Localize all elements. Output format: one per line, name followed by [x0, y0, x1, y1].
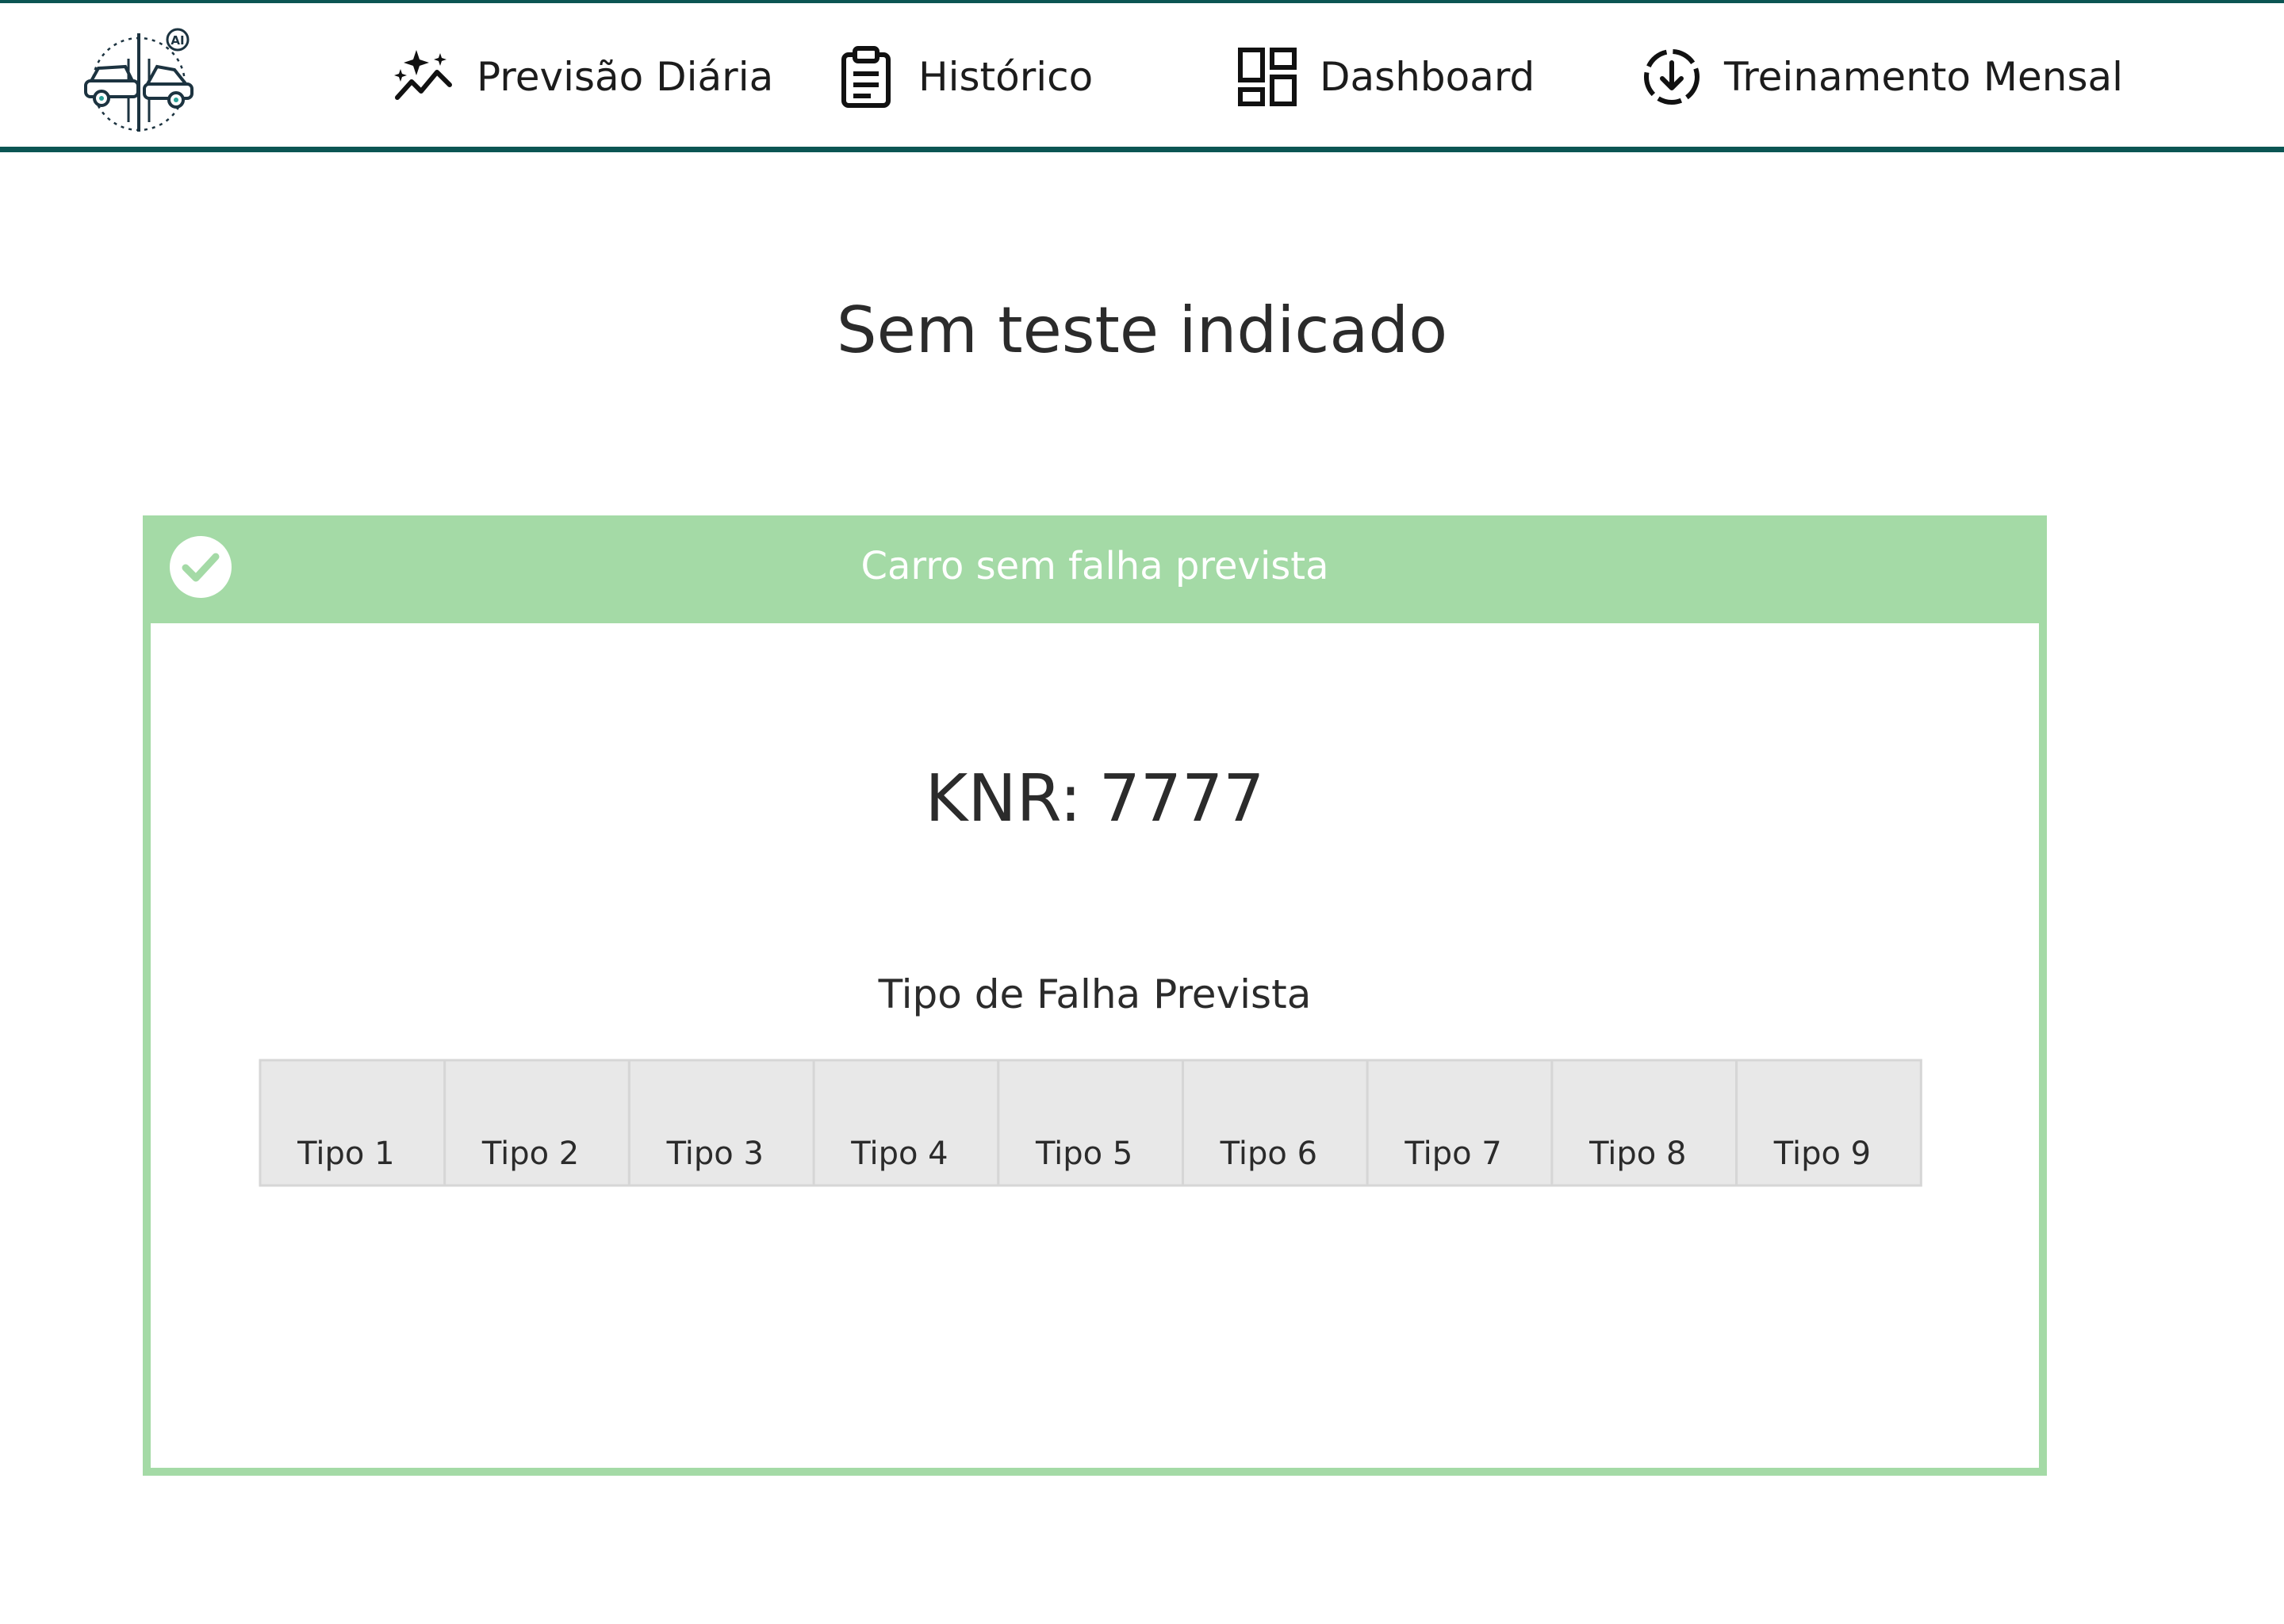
page-title: Sem teste indicado: [836, 293, 1448, 367]
sparkle-chart-icon: [394, 49, 452, 100]
failure-type-label: Tipo 7: [1404, 1136, 1501, 1172]
logo-ai-text: AI: [171, 33, 184, 48]
failure-type-label: Tipo 1: [297, 1136, 394, 1172]
failure-type-label: Tipo 8: [1588, 1136, 1686, 1172]
nav-dashboard[interactable]: Dashboard: [1236, 3, 1535, 150]
nav-treinamento-mensal[interactable]: Treinamento Mensal: [1640, 3, 2123, 150]
failure-type-label: Tipo 4: [850, 1136, 948, 1172]
failure-type-label: Tipo 9: [1773, 1136, 1871, 1172]
nav-label: Histórico: [918, 53, 1094, 100]
nav-label: Previsão Diária: [477, 53, 774, 100]
prediction-result-card: Carro sem falha prevista KNR: 7777 Tipo d…: [143, 515, 2047, 1476]
download-circle-icon: [1644, 48, 1700, 105]
failure-type-chart: Tipo 1 Tipo 2 Tipo 3 Tipo 4 Tipo 5 Tipo 6 Tipo…: [259, 1059, 1922, 1187]
nav-historico[interactable]: Histórico: [834, 3, 1093, 150]
nav-label: Treinamento Mensal: [1724, 53, 2124, 100]
top-nav-bar: AI Previsão Diária Histórico Dashboard T…: [0, 0, 2284, 152]
nav-previsao-diaria[interactable]: Previsão Diária: [393, 3, 773, 150]
nav-label: Dashboard: [1320, 53, 1535, 100]
car-circuit-ai-logo[interactable]: AI: [79, 27, 198, 138]
clipboard-icon: [841, 45, 891, 108]
failure-type-label: Tipo 2: [481, 1136, 579, 1172]
failure-type-label: Tipo 6: [1220, 1136, 1317, 1172]
failure-type-label: Tipo 3: [666, 1136, 764, 1172]
failure-type-label: Tipo 5: [1035, 1136, 1132, 1172]
dashboard-grid-icon: [1238, 47, 1297, 106]
